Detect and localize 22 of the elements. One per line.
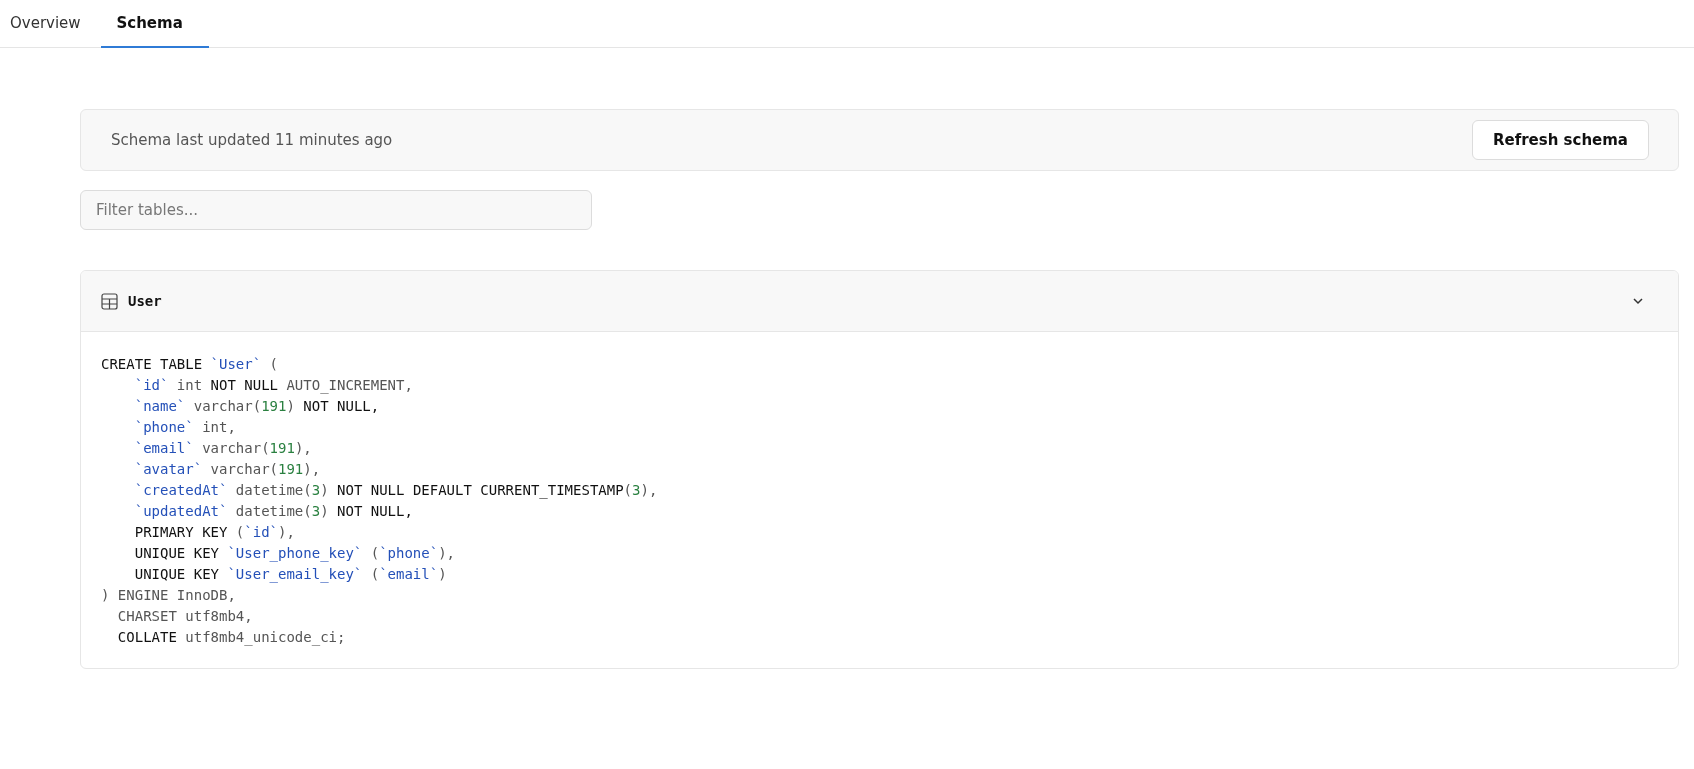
chevron-icon [1632, 297, 1644, 305]
status-text: Schema last updated 11 minutes ago [111, 131, 393, 149]
code-line: `email` varchar(191), [133, 439, 312, 458]
code-line: `createdAt` datetime(3) NOT NULL DEFAULT CURRENT_TIMESTAMP(3), [133, 481, 658, 501]
code-line: PRIMARY KEY (`id`), [133, 523, 295, 542]
code-line: `phone` int, [133, 418, 236, 437]
tab[interactable]: Overview [0, 0, 101, 48]
code-line: `avatar` varchar(191), [133, 460, 321, 479]
tab[interactable]: Schema [100, 0, 209, 48]
code-line: UNIQUE KEY `User_email_key` (`email`) [133, 565, 447, 585]
code-line: `name` varchar(191) NOT NULL, [133, 397, 380, 416]
code-line: CREATE TABLE `User` ( [101, 355, 279, 374]
table-name: User [128, 293, 163, 309]
code-line: UNIQUE KEY `User_phone_key` (`phone`), [133, 544, 456, 564]
code-line: ) ENGINE InnoDB, [101, 586, 236, 605]
code-line: `updatedAt` datetime(3) NOT NULL, [133, 502, 413, 521]
filter-field[interactable]: Filter tables... [80, 190, 592, 230]
table-icon [101, 292, 118, 310]
code-line: CHARSET utf8mb4, [116, 607, 253, 626]
code-line: `id` int NOT NULL AUTO_INCREMENT, [133, 376, 413, 396]
code-line: COLLATE utf8mb4_unicode_ci; [116, 628, 346, 648]
refresh-button[interactable]: Refresh schema [1471, 120, 1649, 160]
